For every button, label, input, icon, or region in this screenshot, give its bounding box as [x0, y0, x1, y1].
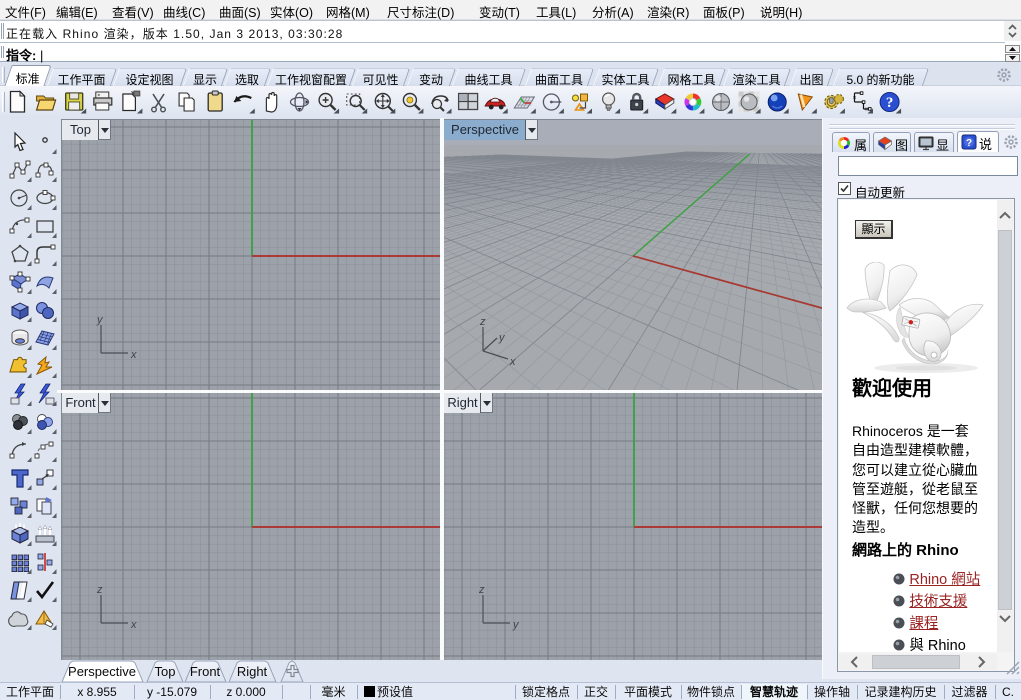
svg-text:Perspective: Perspective	[68, 664, 136, 679]
svg-text:z: z	[479, 316, 486, 328]
svg-text:z: z	[96, 584, 103, 596]
svg-text:Right: Right	[237, 664, 268, 679]
svg-text:x: x	[130, 349, 137, 361]
svg-text:Front: Front	[190, 664, 221, 679]
svg-text:?: ?	[966, 138, 972, 149]
svg-text:?: ?	[886, 95, 894, 111]
svg-text:x: x	[130, 619, 137, 631]
svg-text:z: z	[478, 584, 485, 596]
svg-text:Top: Top	[155, 664, 176, 679]
svg-text:x: x	[509, 356, 516, 368]
